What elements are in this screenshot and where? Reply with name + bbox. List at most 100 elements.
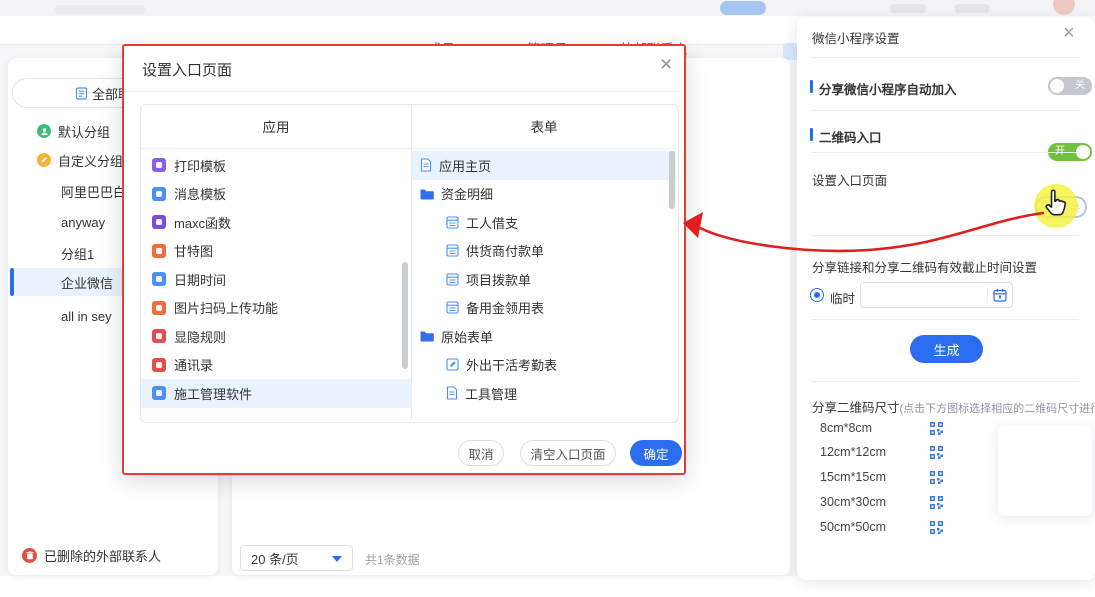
app-item[interactable]: 甘特图 bbox=[141, 237, 411, 266]
pencil-icon bbox=[37, 153, 51, 167]
app-label: 施工管理软件 bbox=[174, 384, 252, 403]
app-list-scrollbar[interactable] bbox=[402, 262, 408, 369]
divider bbox=[811, 319, 1079, 320]
form-item-selected[interactable]: 应用主页 bbox=[412, 151, 676, 180]
form-item[interactable]: 工具管理 bbox=[412, 379, 676, 408]
app-item-selected[interactable]: 施工管理软件 bbox=[141, 379, 411, 408]
qr-download-icon[interactable] bbox=[930, 496, 943, 509]
form-label: 应用主页 bbox=[439, 156, 491, 175]
page-size-select[interactable]: 20 条/页 bbox=[240, 545, 353, 571]
qr-size-hint: (点击下方图标选择相应的二维码尺寸进行下载) bbox=[900, 403, 1095, 415]
folder-icon bbox=[420, 188, 434, 200]
divider bbox=[811, 110, 1079, 111]
document-icon bbox=[446, 386, 458, 400]
form-label: 供货商付款单 bbox=[466, 241, 544, 260]
input-divider bbox=[987, 287, 988, 303]
form-icon bbox=[446, 244, 459, 257]
confirm-button[interactable]: 确定 bbox=[630, 440, 682, 466]
qr-size-label: 8cm*8cm bbox=[820, 421, 930, 435]
app-item[interactable]: 显隐规则 bbox=[141, 322, 411, 351]
top-remnant-button bbox=[720, 1, 766, 15]
app-item[interactable]: 通讯录 bbox=[141, 351, 411, 380]
close-icon[interactable]: × bbox=[1063, 23, 1075, 43]
qr-size-label: 15cm*15cm bbox=[820, 470, 930, 484]
app-item[interactable]: 打印模板 bbox=[141, 151, 411, 180]
date-input[interactable] bbox=[860, 282, 1013, 308]
form-folder[interactable]: 原始表单 bbox=[412, 322, 676, 351]
user-group-icon bbox=[37, 124, 51, 138]
cancel-button[interactable]: 取消 bbox=[458, 440, 504, 466]
divider bbox=[124, 91, 680, 92]
form-item[interactable]: 工人借支 bbox=[412, 208, 676, 237]
app-list: 打印模板 消息模板 maxc函数 甘特图 日期时间 图片扫码上传功能 显隐规则 … bbox=[141, 151, 411, 408]
qr-size-label: 12cm*12cm bbox=[820, 445, 930, 459]
form-icon bbox=[446, 301, 459, 314]
app-label: 通讯录 bbox=[174, 355, 213, 374]
app-label: 消息模板 bbox=[174, 184, 226, 203]
auto-join-toggle-off[interactable]: 关 bbox=[1048, 77, 1092, 95]
hand-cursor-icon bbox=[1043, 188, 1070, 219]
form-list-scrollbar[interactable] bbox=[669, 151, 675, 209]
app-label: 日期时间 bbox=[174, 270, 226, 289]
form-folder[interactable]: 资金明细 bbox=[412, 180, 676, 209]
qr-size-title-row: 分享二维码尺寸(点击下方图标选择相应的二维码尺寸进行下载) bbox=[812, 397, 1095, 417]
form-item[interactable]: 项目拨款单 bbox=[412, 265, 676, 294]
group-label: 分组1 bbox=[61, 244, 94, 263]
form-item[interactable]: 外出干活考勤表 bbox=[412, 351, 676, 380]
temp-radio[interactable] bbox=[810, 288, 824, 302]
app-item[interactable]: 消息模板 bbox=[141, 180, 411, 209]
qr-size-row: 15cm*15cm bbox=[820, 469, 943, 485]
app-icon bbox=[152, 386, 166, 400]
accent-bar bbox=[810, 128, 813, 141]
qr-download-icon[interactable] bbox=[930, 521, 943, 534]
qr-size-row: 30cm*30cm bbox=[820, 494, 943, 510]
qr-size-row: 50cm*50cm bbox=[820, 519, 943, 535]
qr-size-label: 30cm*30cm bbox=[820, 495, 930, 509]
close-icon[interactable]: × bbox=[660, 54, 672, 75]
form-label: 备用金领用表 bbox=[466, 298, 544, 317]
browser-top-strip bbox=[0, 0, 1095, 16]
contacts-icon bbox=[75, 87, 88, 100]
app-label: 甘特图 bbox=[174, 241, 213, 260]
form-icon bbox=[446, 216, 459, 229]
qr-download-icon[interactable] bbox=[930, 422, 943, 435]
deadline-label: 分享链接和分享二维码有效截止时间设置 bbox=[812, 257, 1037, 276]
folder-icon bbox=[420, 330, 434, 342]
top-remnant bbox=[955, 4, 989, 13]
qr-size-label: 50cm*50cm bbox=[820, 520, 930, 534]
qr-download-icon[interactable] bbox=[930, 446, 943, 459]
form-item[interactable]: 供货商付款单 bbox=[412, 237, 676, 266]
qr-size-row: 12cm*12cm bbox=[820, 444, 943, 460]
form-label: 原始表单 bbox=[441, 327, 493, 346]
form-label: 外出干活考勤表 bbox=[466, 355, 557, 374]
form-icon bbox=[446, 273, 459, 286]
clear-entry-button[interactable]: 清空入口页面 bbox=[520, 440, 616, 466]
column-header-app: 应用 bbox=[141, 105, 411, 147]
generate-button[interactable]: 生成 bbox=[910, 335, 983, 363]
app-icon bbox=[152, 358, 166, 372]
chevron-down-icon bbox=[332, 556, 342, 562]
form-item[interactable]: 备用金领用表 bbox=[412, 294, 676, 323]
app-icon bbox=[152, 215, 166, 229]
app-icon bbox=[152, 272, 166, 286]
app-item[interactable]: maxc函数 bbox=[141, 208, 411, 237]
divider bbox=[811, 235, 1079, 236]
column-header-form: 表单 bbox=[412, 105, 676, 147]
total-count-label: 共1条数据 bbox=[365, 551, 420, 568]
app-item[interactable]: 图片扫码上传功能 bbox=[141, 294, 411, 323]
calendar-icon[interactable] bbox=[993, 288, 1007, 302]
deleted-contacts-entry[interactable]: 已删除的外部联系人 bbox=[22, 546, 161, 565]
selected-indicator-bar bbox=[10, 268, 14, 296]
divider bbox=[811, 152, 1079, 153]
divider bbox=[811, 57, 1079, 58]
app-label: 打印模板 bbox=[174, 156, 226, 175]
group-label: 默认分组 bbox=[58, 122, 110, 141]
app-icon bbox=[152, 301, 166, 315]
qr-download-icon[interactable] bbox=[930, 471, 943, 484]
top-remnant bbox=[890, 4, 926, 13]
toggle-state-text: 关 bbox=[1075, 77, 1085, 95]
app-label: 图片扫码上传功能 bbox=[174, 298, 278, 317]
form-label: 项目拨款单 bbox=[466, 270, 531, 289]
app-item[interactable]: 日期时间 bbox=[141, 265, 411, 294]
top-remnant bbox=[55, 5, 145, 14]
